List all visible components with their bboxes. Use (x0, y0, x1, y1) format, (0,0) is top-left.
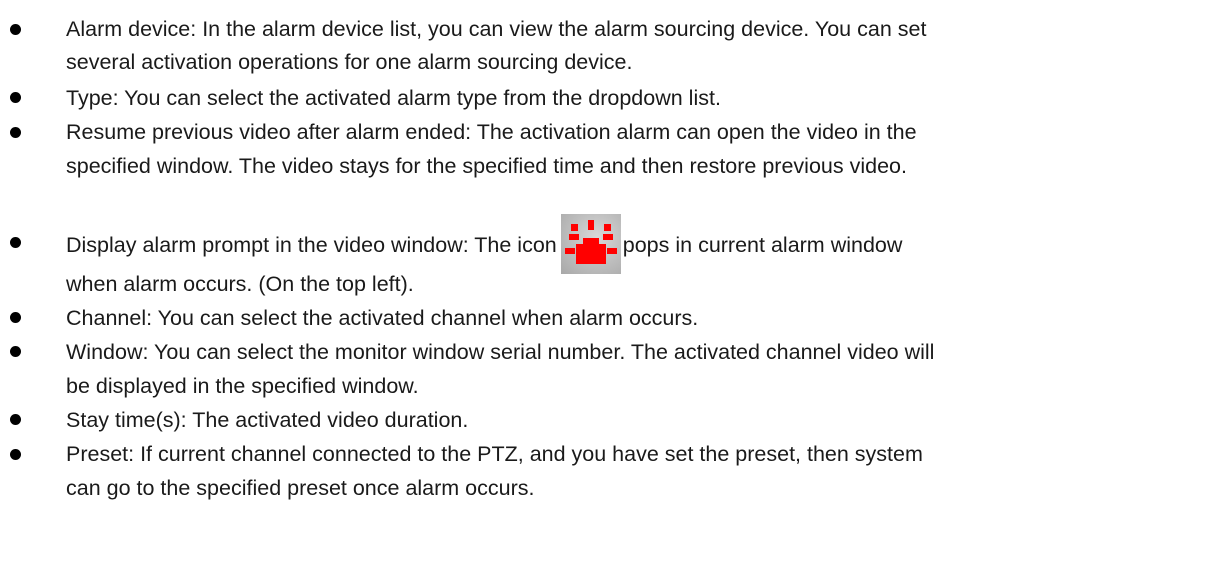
bullet-icon (10, 92, 21, 103)
list-item-line: Preset: If current channel connected to … (66, 442, 923, 466)
bullet-icon (10, 414, 21, 425)
alarm-light-icon (560, 214, 621, 274)
bullet-icon (10, 237, 21, 248)
list-item-line: Resume previous video after alarm ended:… (66, 120, 917, 144)
list-item-line: Stay time(s): The activated video durati… (66, 408, 469, 432)
bullet-icon (10, 312, 21, 323)
list-item-line: several activation operations for one al… (66, 50, 633, 74)
bullet-icon (10, 449, 21, 460)
list-item-line: Display alarm prompt in the video window… (66, 214, 1202, 275)
bullet-icon (10, 127, 21, 138)
bullet-icon (10, 346, 21, 357)
list-item-line: specified window. The video stays for th… (66, 154, 907, 178)
list-item-line: Channel: You can select the activated ch… (66, 306, 699, 330)
list-item-text: pops in current alarm window (622, 233, 903, 257)
list-item-line: can go to the specified preset once alar… (66, 476, 535, 500)
list-item-line: when alarm occurs. (On the top left). (66, 272, 414, 296)
list-item-line: Alarm device: In the alarm device list, … (66, 17, 927, 41)
bullet-icon (10, 24, 21, 35)
list-item-line: Window: You can select the monitor windo… (66, 340, 935, 364)
list-item-text: Display alarm prompt in the video window… (66, 233, 557, 257)
list-item-line: be displayed in the specified window. (66, 374, 419, 398)
list-item-line: Type: You can select the activated alarm… (66, 86, 721, 110)
